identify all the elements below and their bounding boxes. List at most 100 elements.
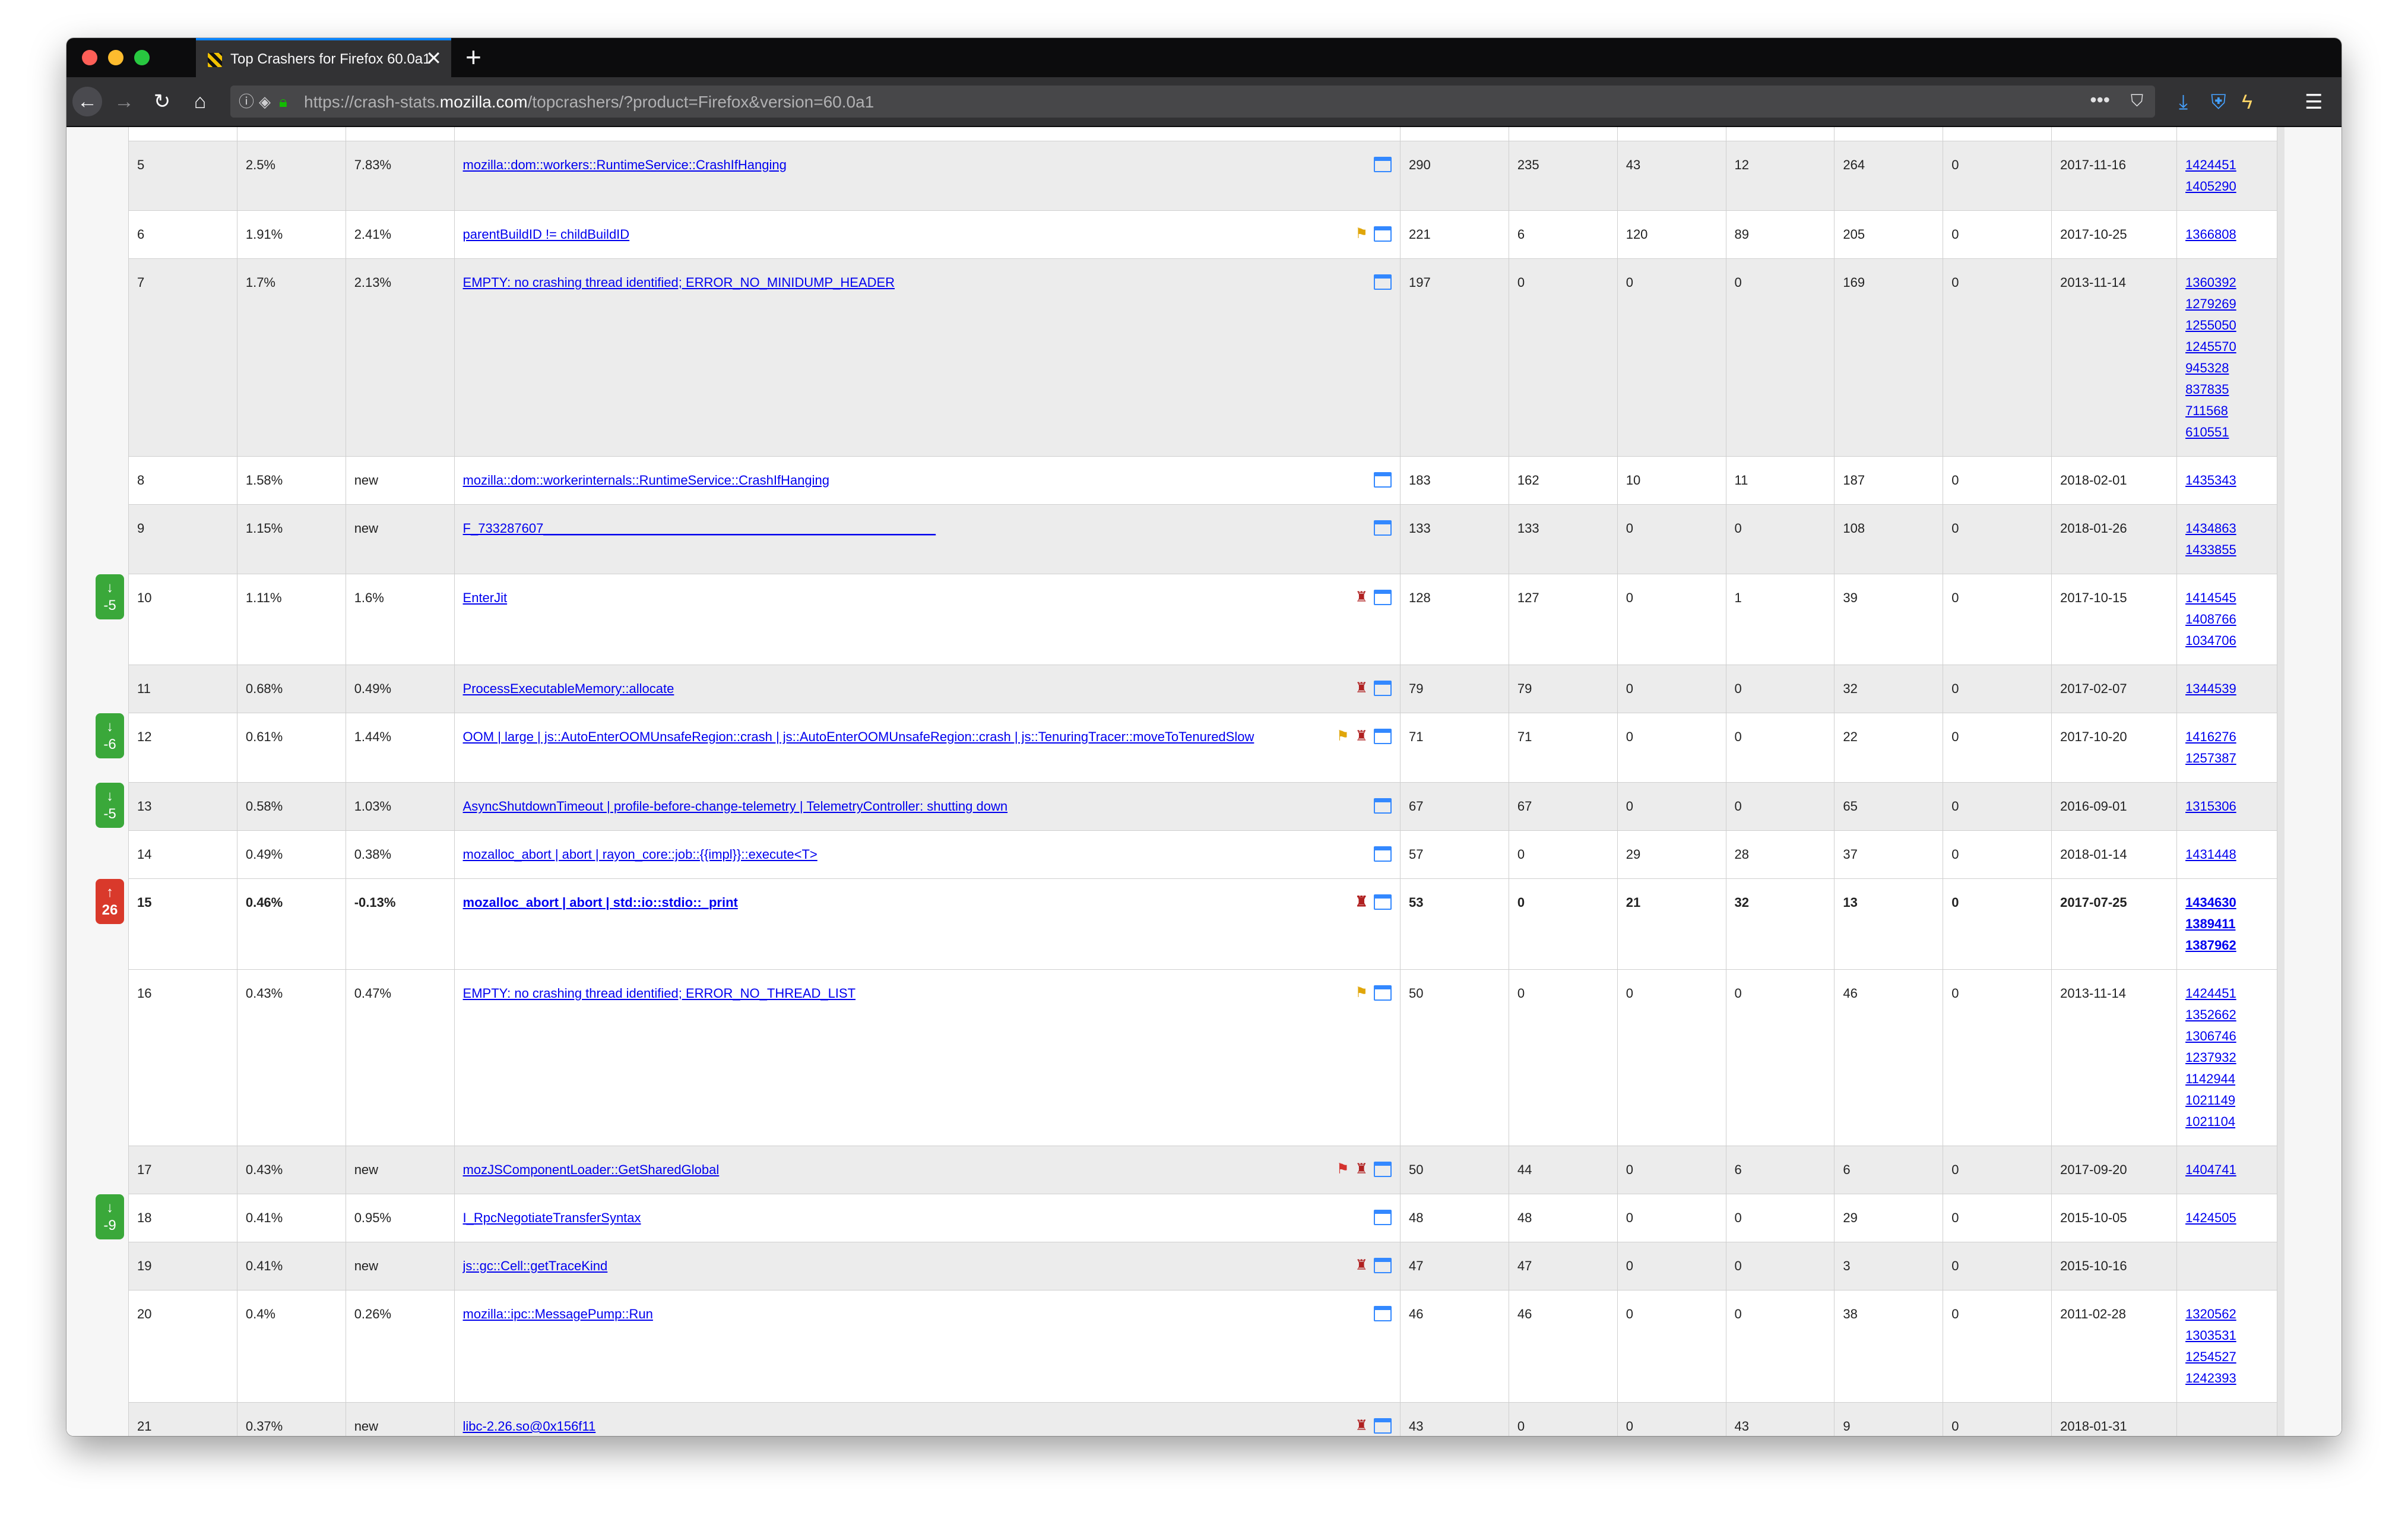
url-text[interactable]: https://crash-stats.mozilla.com/topcrash… [304, 93, 874, 112]
bug-link[interactable]: 1021104 [2185, 1111, 2268, 1133]
bug-link[interactable]: 1424451 [2185, 983, 2268, 1004]
window-close-button[interactable] [82, 50, 97, 65]
bug-link[interactable]: 683271 [2185, 127, 2268, 128]
bug-link[interactable]: 1142944 [2185, 1068, 2268, 1090]
count-cell: 0 [1617, 504, 1726, 574]
bug-link[interactable]: 945328 [2185, 358, 2268, 379]
bug-link[interactable]: 1245570 [2185, 336, 2268, 358]
signature-link[interactable]: js::gc::Cell::getTraceKind [463, 1258, 608, 1273]
signature-link[interactable]: EMPTY: no crashing thread identified; ER… [463, 986, 856, 1001]
bug-link[interactable]: 1237932 [2185, 1047, 2268, 1068]
browser-tab[interactable]: Top Crashers for Firefox 60.0a1 ✕ [196, 38, 451, 77]
signature-link[interactable]: EMPTY: no crashing thread identified; ER… [463, 275, 895, 290]
bug-link[interactable]: 610551 [2185, 422, 2268, 443]
count-cell: 22 [1834, 713, 1944, 783]
bug-link[interactable]: 1360392 [2185, 272, 2268, 293]
count-cell [1725, 127, 1835, 141]
browser-process-icon [1374, 894, 1392, 910]
download-icon[interactable]: ⤓ [2179, 88, 2188, 116]
count-cell: 0 [1943, 504, 2052, 574]
bug-link[interactable]: 1433855 [2185, 539, 2268, 561]
signature-link[interactable]: mozilla::dom::workers::RuntimeService::C… [463, 157, 787, 172]
forward-button[interactable]: → [109, 87, 139, 116]
signature-link[interactable]: mozilla::dom::workerinternals::RuntimeSe… [463, 473, 829, 488]
signature-link[interactable]: mozalloc_abort | abort | std::io::stdio:… [463, 895, 738, 910]
signature-link[interactable]: mozalloc_abort | abort | rayon_core::job… [463, 847, 818, 862]
window-maximize-button[interactable] [134, 50, 150, 65]
bug-link[interactable]: 1434630 [2185, 892, 2268, 913]
bug-link[interactable]: 1387962 [2185, 935, 2268, 956]
bug-link[interactable]: 1405290 [2185, 176, 2268, 197]
bug-link[interactable]: 1424451 [2185, 154, 2268, 176]
signature-icons: ⚑ ♜ [1330, 1158, 1392, 1179]
bug-link[interactable]: 1424505 [2185, 1207, 2268, 1229]
signature-icons [1368, 517, 1392, 538]
crash-row: 9 1.15% new F_733287607____________________… [128, 504, 2277, 574]
browser-process-icon [1374, 681, 1392, 697]
page-actions-more-icon[interactable]: ••• [2090, 89, 2110, 111]
hamburger-menu-icon[interactable]: ☰ [2305, 88, 2323, 116]
bug-link[interactable]: 1320562 [2185, 1304, 2268, 1325]
back-button[interactable]: ← [72, 87, 102, 116]
window-minimize-button[interactable] [108, 50, 123, 65]
bug-link[interactable]: 1352662 [2185, 1004, 2268, 1026]
bug-link[interactable]: 1344539 [2185, 678, 2268, 700]
left-gutter [66, 127, 128, 1436]
rank-value: 20 [137, 1307, 152, 1321]
url-bar[interactable]: ⓘ ◈ 🔒︎ https://crash-stats.mozilla.com/t… [230, 86, 2155, 118]
lock-icon[interactable]: 🔒︎ [279, 91, 287, 112]
signature-link[interactable]: OOM | large | js::AutoEnterOOMUnsafeRegi… [463, 729, 1254, 744]
bug-link[interactable]: 1404741 [2185, 1159, 2268, 1181]
signature-link[interactable]: EnterJit [463, 590, 508, 605]
home-button[interactable]: ⌂ [185, 87, 215, 116]
bug-link[interactable]: 1021149 [2185, 1090, 2268, 1111]
bug-link[interactable]: 1434863 [2185, 518, 2268, 539]
rank-change-badge: ↓ -5 [96, 783, 124, 828]
bug-link[interactable]: 1416276 [2185, 726, 2268, 748]
bug-link[interactable]: 837835 [2185, 379, 2268, 400]
shield-extension-icon[interactable]: ⛨ [2211, 88, 2226, 116]
count-cell: 0 [1943, 1290, 2052, 1403]
bug-link[interactable]: 1366808 [2185, 224, 2268, 245]
signature-link[interactable]: F_733287607_____________________________… [463, 521, 936, 536]
tracking-shield-icon[interactable]: ◈ [259, 91, 271, 112]
lightning-extension-icon[interactable]: ϟ [2242, 88, 2252, 116]
signature-link[interactable]: I_RpcNegotiateTransferSyntax [463, 1210, 641, 1225]
browser-process-icon [1374, 985, 1392, 1001]
count-cell: 53 [1400, 878, 1509, 970]
bug-link[interactable]: 1257387 [2185, 748, 2268, 769]
signature-link[interactable]: mozilla::ipc::MessagePump::Run [463, 1307, 653, 1321]
startup-crash-icon: ♜ [1355, 1257, 1368, 1274]
bug-link[interactable]: 1242393 [2185, 1368, 2268, 1389]
percentage-cell: 1.91% [236, 210, 346, 259]
signature-link[interactable]: ProcessExecutableMemory::allocate [463, 681, 674, 696]
new-tab-button[interactable]: + [465, 42, 481, 72]
reload-button[interactable]: ↻ [147, 87, 177, 116]
bug-link[interactable]: 1306746 [2185, 1026, 2268, 1047]
bug-link[interactable]: 1315306 [2185, 796, 2268, 817]
bug-link[interactable]: 1303531 [2185, 1325, 2268, 1346]
signature-link[interactable]: parentBuildID != childBuildID [463, 227, 630, 242]
bug-link[interactable]: 1435343 [2185, 470, 2268, 491]
bug-link[interactable]: 1279269 [2185, 293, 2268, 315]
signature-link[interactable]: libc-2.26.so@0x156f11 [463, 1419, 596, 1434]
bug-link[interactable]: 1414545 [2185, 587, 2268, 609]
bug-link[interactable]: 711568 [2185, 400, 2268, 422]
signature-cell [454, 127, 1401, 141]
tab-close-icon[interactable]: ✕ [426, 48, 442, 69]
info-icon[interactable]: ⓘ [239, 91, 254, 112]
bug-link[interactable]: 1254527 [2185, 1346, 2268, 1368]
count-cell: 3 [1834, 1242, 1944, 1290]
count-cell: 0 [1725, 969, 1835, 1146]
bug-link[interactable]: 1389411 [2185, 913, 2268, 935]
bug-link[interactable]: 1255050 [2185, 315, 2268, 336]
crash-row: 16 0.43% 0.47% EMPTY: no crashing thread id… [128, 969, 2277, 1146]
count-cell: 43 [1400, 1402, 1509, 1436]
signature-link[interactable]: mozJSComponentLoader::GetSharedGlobal [463, 1162, 720, 1177]
pocket-icon[interactable]: ⛉ [2131, 91, 2143, 111]
rank-change-value: -9 [103, 1217, 116, 1233]
bug-link[interactable]: 1408766 [2185, 609, 2268, 630]
bug-link[interactable]: 1431448 [2185, 844, 2268, 865]
signature-link[interactable]: AsyncShutdownTimeout | profile-before-ch… [463, 799, 1008, 814]
bug-link[interactable]: 1034706 [2185, 630, 2268, 651]
